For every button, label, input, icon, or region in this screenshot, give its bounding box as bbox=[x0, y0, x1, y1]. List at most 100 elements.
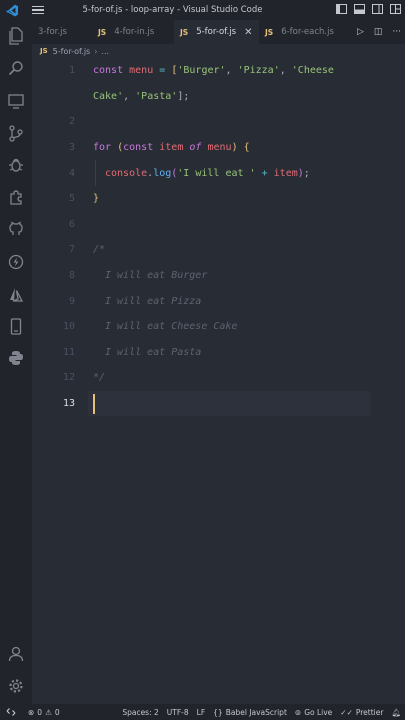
code-line: 1 const menu = ['Burger', 'Pizza', 'Chee… bbox=[32, 58, 405, 84]
activity-bar bbox=[0, 20, 32, 704]
line-number: 12 bbox=[62, 372, 75, 384]
customize-layout-icon[interactable] bbox=[389, 3, 401, 15]
error-count: 0 bbox=[37, 707, 43, 717]
run-and-debug-icon[interactable] bbox=[6, 155, 26, 175]
text-cursor bbox=[93, 393, 95, 414]
remote-explorer-icon[interactable] bbox=[6, 91, 26, 111]
eol-status[interactable]: LF bbox=[197, 708, 206, 717]
manage-gear-icon[interactable] bbox=[6, 676, 26, 696]
encoding-status[interactable]: UTF-8 bbox=[167, 708, 189, 717]
tab-label: 4-for-in.js bbox=[114, 27, 155, 37]
language-mode[interactable]: {} Babel JavaScript bbox=[213, 708, 287, 717]
warning-count: 0 bbox=[54, 707, 60, 717]
line-number: 7 bbox=[68, 244, 75, 256]
code-line: 5 } bbox=[32, 186, 405, 212]
indentation-status[interactable]: Spaces: 2 bbox=[122, 708, 158, 717]
comment-text: /* bbox=[93, 244, 106, 256]
javascript-file-icon: JS bbox=[98, 27, 107, 37]
remote-indicator-icon[interactable] bbox=[0, 704, 22, 720]
indent-guide bbox=[95, 160, 96, 186]
tab-label: 5-for-of.js bbox=[196, 27, 237, 37]
line-number: 1 bbox=[68, 65, 75, 77]
search-icon[interactable] bbox=[6, 58, 26, 78]
go-live-button[interactable]: ⊚ Go Live bbox=[295, 708, 332, 717]
current-line[interactable]: 13 bbox=[32, 390, 405, 417]
current-line-highlight bbox=[88, 390, 371, 417]
line-number: 6 bbox=[68, 218, 75, 230]
chevron-right-icon: › bbox=[94, 46, 98, 56]
hamburger-menu-icon[interactable] bbox=[30, 2, 46, 18]
line-code: for (const item of menu) { bbox=[93, 142, 250, 154]
comment-text: I will eat Pizza bbox=[105, 295, 202, 307]
close-icon[interactable]: ✕ bbox=[244, 27, 252, 38]
code-editor[interactable]: 1 const menu = ['Burger', 'Pizza', 'Chee… bbox=[32, 58, 405, 704]
code-line: 3 for (const item of menu) { bbox=[32, 135, 405, 161]
comment-text: I will eat Burger bbox=[105, 270, 208, 282]
mobile-device-icon[interactable] bbox=[6, 316, 26, 336]
accounts-icon[interactable] bbox=[6, 644, 26, 664]
python-icon[interactable] bbox=[6, 348, 26, 368]
code-line: 4 console.log('I will eat ' + item); bbox=[32, 160, 405, 186]
code-line-wrapped: Cake', 'Pasta']; bbox=[32, 84, 405, 110]
comment-text: */ bbox=[93, 372, 106, 384]
line-number: 10 bbox=[62, 321, 75, 333]
editor-tabs: 3-for.js JS 4-for-in.js JS 5-for-of.js ✕… bbox=[32, 20, 405, 44]
github-icon[interactable] bbox=[6, 219, 26, 239]
broadcast-icon: ⊚ bbox=[294, 707, 302, 717]
tab-4-for-in[interactable]: JS 4-for-in.js bbox=[92, 20, 174, 44]
javascript-file-icon: JS bbox=[180, 27, 189, 37]
line-number: 5 bbox=[68, 193, 75, 205]
line-number: 9 bbox=[68, 295, 75, 307]
run-icon[interactable]: ▷ bbox=[357, 27, 364, 37]
breadcrumb: JS 5-for-of.js › ... bbox=[32, 44, 109, 58]
double-check-icon: ✓✓ bbox=[340, 707, 353, 717]
status-bar: ⊗ 0 ⚠ 0 Spaces: 2 UTF-8 LF {} Babel JavaScr… bbox=[0, 704, 405, 720]
comment-text: I will eat Pasta bbox=[105, 346, 202, 358]
breadcrumb-file[interactable]: 5-for-of.js bbox=[53, 47, 91, 56]
vscode-logo-icon bbox=[4, 2, 20, 18]
prettier-status[interactable]: ✓✓ Prettier bbox=[340, 708, 383, 717]
toggle-primary-sidebar-icon[interactable] bbox=[335, 3, 347, 15]
line-number: 11 bbox=[62, 346, 75, 358]
tab-label: 6-for-each.js bbox=[281, 27, 334, 37]
title-bar: 5-for-of.js - loop-array - Visual Studio… bbox=[0, 0, 405, 20]
azure-icon[interactable] bbox=[6, 284, 26, 304]
toggle-panel-icon[interactable] bbox=[353, 3, 365, 15]
code-line: 11 I will eat Pasta bbox=[32, 340, 405, 366]
comment-text: I will eat Cheese Cake bbox=[105, 321, 238, 333]
tab-3-for[interactable]: 3-for.js bbox=[32, 20, 92, 44]
code-line: 6 bbox=[32, 212, 405, 238]
line-code: const menu = ['Burger', 'Pizza', 'Cheese bbox=[93, 65, 334, 77]
problems-indicator[interactable]: ⊗ 0 ⚠ 0 bbox=[28, 708, 60, 717]
line-code: } bbox=[93, 193, 100, 205]
more-actions-icon[interactable]: ··· bbox=[392, 27, 401, 37]
code-line: 12 */ bbox=[32, 365, 405, 391]
line-code: Cake', 'Pasta']; bbox=[93, 90, 190, 102]
code-line: 10 I will eat Cheese Cake bbox=[32, 314, 405, 340]
toggle-secondary-sidebar-icon[interactable] bbox=[371, 3, 383, 15]
tab-5-for-of[interactable]: JS 5-for-of.js ✕ bbox=[174, 20, 259, 44]
javascript-file-icon: JS bbox=[265, 27, 274, 37]
extensions-icon[interactable] bbox=[6, 187, 26, 207]
breadcrumb-more[interactable]: ... bbox=[101, 47, 109, 56]
line-number: 3 bbox=[68, 142, 75, 154]
line-number: 13 bbox=[62, 398, 75, 410]
line-number: 2 bbox=[68, 116, 75, 128]
lightning-icon[interactable] bbox=[6, 252, 26, 272]
tab-label: 3-for.js bbox=[38, 27, 67, 37]
split-editor-icon[interactable]: ◫ bbox=[374, 27, 383, 37]
code-line: 7 /* bbox=[32, 237, 405, 263]
explorer-icon[interactable] bbox=[6, 26, 26, 46]
line-number: 8 bbox=[68, 270, 75, 282]
line-number: 4 bbox=[68, 167, 75, 179]
line-code: console.log('I will eat ' + item); bbox=[105, 167, 310, 179]
code-line: 2 bbox=[32, 109, 405, 135]
window-title: 5-for-of.js - loop-array - Visual Studio… bbox=[82, 5, 263, 15]
notifications-bell-icon[interactable]: 🔔︎ bbox=[391, 708, 401, 717]
source-control-icon[interactable] bbox=[6, 123, 26, 143]
tab-6-for-each[interactable]: JS 6-for-each.js bbox=[259, 20, 341, 44]
code-line: 8 I will eat Burger bbox=[32, 263, 405, 289]
code-line: 9 I will eat Pizza bbox=[32, 288, 405, 314]
warning-icon: ⚠ bbox=[45, 707, 52, 717]
braces-icon: {} bbox=[213, 707, 223, 717]
